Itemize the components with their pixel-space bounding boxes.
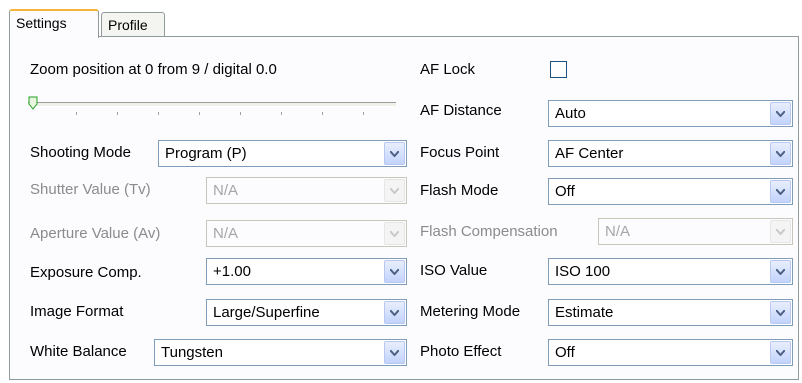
- slider-tick: [117, 112, 118, 115]
- aperture-value-select[interactable]: N/A: [206, 220, 407, 247]
- shooting-mode-value: Program (P): [165, 145, 247, 162]
- zoom-position-text: Zoom position at 0 from 9 / digital 0.0: [30, 61, 277, 78]
- focus-point-label: Focus Point: [420, 144, 500, 161]
- image-format-label: Image Format: [30, 303, 124, 320]
- chevron-down-icon[interactable]: [770, 341, 791, 364]
- flash-mode-value: Off: [555, 183, 575, 200]
- tab-profile-label: Profile: [108, 17, 148, 33]
- slider-tick: [363, 112, 364, 115]
- iso-value-label: ISO Value: [420, 262, 488, 279]
- focus-point-value: AF Center: [555, 145, 624, 162]
- slider-tick: [199, 112, 200, 115]
- white-balance-select[interactable]: Tungsten: [154, 339, 407, 366]
- exposure-comp-label: Exposure Comp.: [30, 264, 142, 281]
- chevron-down-icon[interactable]: [384, 301, 405, 324]
- chevron-down-icon: [770, 220, 791, 243]
- settings-panel: [9, 36, 799, 380]
- slider-tick: [158, 112, 159, 115]
- aperture-value-value: N/A: [213, 225, 239, 242]
- iso-value-value: ISO 100: [555, 263, 611, 280]
- aperture-value-label: Aperture Value (Av): [30, 225, 161, 242]
- chevron-down-icon[interactable]: [770, 180, 791, 203]
- metering-mode-value: Estimate: [555, 304, 614, 321]
- photo-effect-value: Off: [555, 344, 575, 361]
- zoom-slider-thumb[interactable]: [28, 96, 38, 114]
- chevron-down-icon[interactable]: [770, 260, 791, 283]
- white-balance-value: Tungsten: [161, 344, 223, 361]
- slider-tick: [240, 112, 241, 115]
- chevron-down-icon[interactable]: [770, 142, 791, 165]
- chevron-down-icon[interactable]: [384, 341, 405, 364]
- af-distance-value: Auto: [555, 105, 586, 122]
- slider-thumb-icon: [28, 96, 38, 110]
- metering-mode-label: Metering Mode: [420, 303, 521, 320]
- tab-settings-label: Settings: [16, 15, 67, 31]
- af-lock-label: AF Lock: [420, 61, 476, 78]
- tab-settings[interactable]: Settings: [9, 9, 99, 38]
- chevron-down-icon: [384, 179, 405, 202]
- focus-point-select[interactable]: AF Center: [548, 140, 793, 167]
- shutter-value-select[interactable]: N/A: [206, 177, 407, 204]
- flash-compensation-select[interactable]: N/A: [598, 218, 793, 245]
- shooting-mode-select[interactable]: Program (P): [158, 140, 407, 167]
- shutter-value-value: N/A: [213, 182, 239, 199]
- image-format-select[interactable]: Large/Superfine: [206, 299, 407, 326]
- photo-effect-select[interactable]: Off: [548, 339, 793, 366]
- zoom-slider-track[interactable]: [28, 102, 396, 107]
- photo-effect-label: Photo Effect: [420, 343, 502, 360]
- flash-mode-select[interactable]: Off: [548, 178, 793, 205]
- af-lock-checkbox[interactable]: [550, 61, 567, 78]
- shutter-value-label: Shutter Value (Tv): [30, 181, 151, 198]
- chevron-down-icon: [384, 222, 405, 245]
- white-balance-label: White Balance: [30, 343, 127, 360]
- flash-mode-label: Flash Mode: [420, 182, 499, 199]
- slider-tick: [281, 112, 282, 115]
- af-distance-select[interactable]: Auto: [548, 100, 793, 127]
- tab-profile[interactable]: Profile: [101, 12, 165, 37]
- metering-mode-select[interactable]: Estimate: [548, 299, 793, 326]
- slider-tick: [76, 112, 77, 115]
- chevron-down-icon[interactable]: [770, 102, 791, 125]
- slider-tick: [322, 112, 323, 115]
- exposure-comp-select[interactable]: +1.00: [206, 258, 407, 285]
- flash-compensation-value: N/A: [605, 223, 631, 240]
- chevron-down-icon[interactable]: [384, 142, 405, 165]
- shooting-mode-label: Shooting Mode: [30, 144, 131, 161]
- flash-compensation-label: Flash Compensation: [420, 223, 558, 240]
- image-format-value: Large/Superfine: [213, 304, 320, 321]
- exposure-comp-value: +1.00: [213, 263, 251, 280]
- af-distance-label: AF Distance: [420, 102, 502, 119]
- iso-value-select[interactable]: ISO 100: [548, 258, 793, 285]
- chevron-down-icon[interactable]: [770, 301, 791, 324]
- chevron-down-icon[interactable]: [384, 260, 405, 283]
